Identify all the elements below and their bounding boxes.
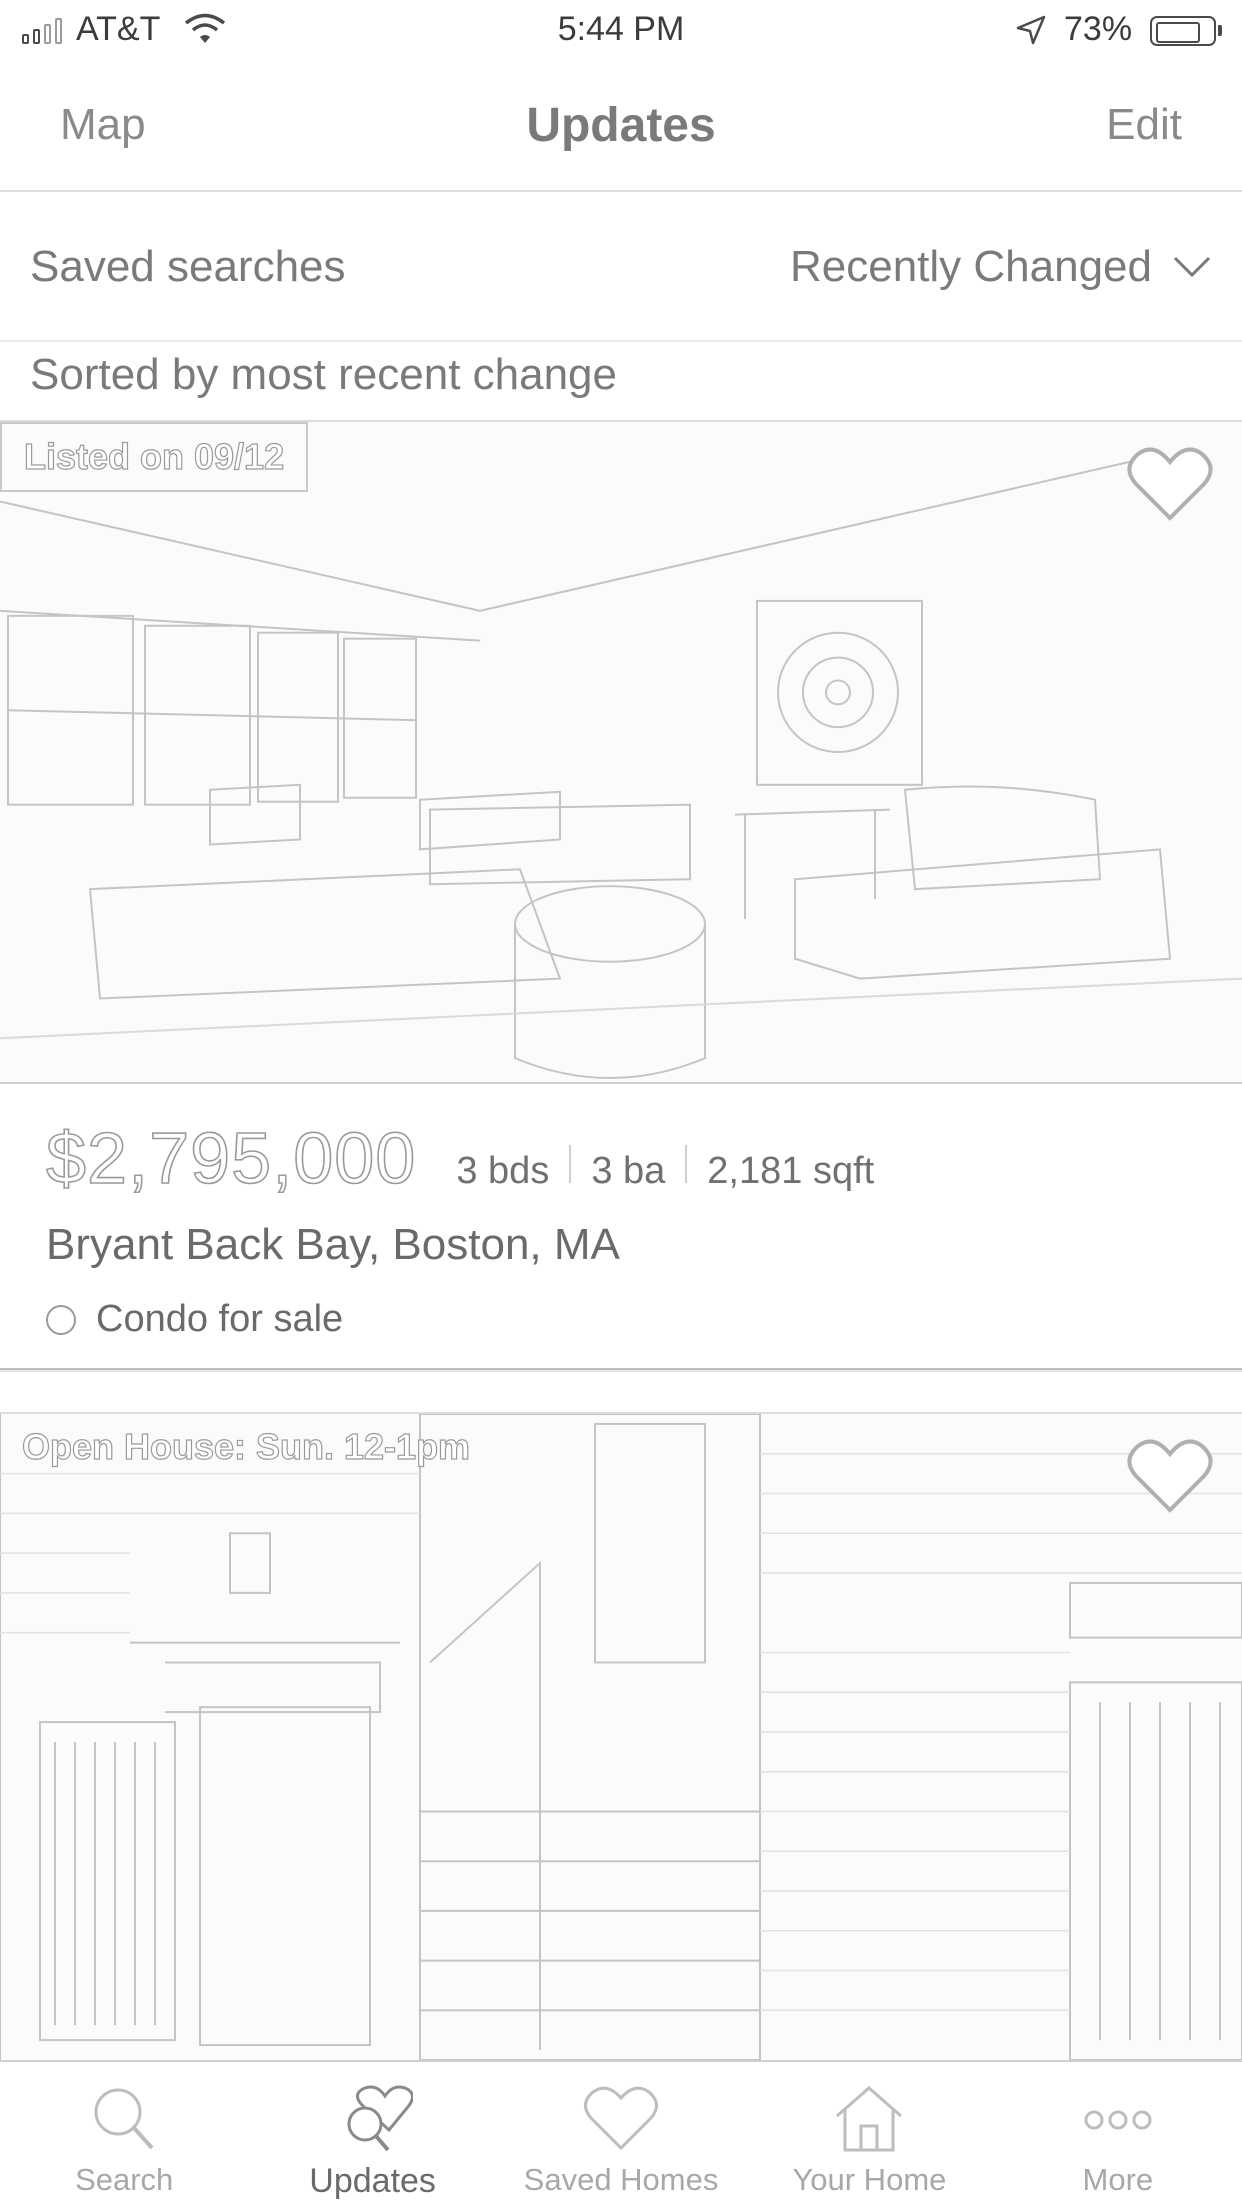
- card-divider: [0, 1368, 1242, 1372]
- listing-photo[interactable]: Open House: Sun. 12-1pm: [0, 1412, 1242, 2062]
- sort-dropdown[interactable]: Recently Changed: [790, 242, 1212, 292]
- saved-searches-button[interactable]: Saved searches: [30, 242, 346, 292]
- listing-price: $2,795,000: [45, 1118, 417, 1200]
- status-dot-icon: [46, 1304, 76, 1335]
- page-title: Updates: [526, 99, 716, 152]
- tab-label: Your Home: [792, 2162, 947, 2197]
- tab-saved-homes[interactable]: Saved Homes: [497, 2062, 745, 2208]
- tab-updates[interactable]: Updates: [248, 2062, 496, 2208]
- tab-label: Search: [75, 2162, 174, 2197]
- battery-percent: 73%: [1064, 10, 1133, 48]
- heart-icon: [584, 2086, 659, 2151]
- listing-status: Condo for sale: [46, 1298, 343, 1341]
- listing-badge: Open House: Sun. 12-1pm: [21, 1425, 471, 1467]
- heart-icon[interactable]: [1126, 1436, 1214, 1516]
- tab-more[interactable]: More: [994, 2062, 1242, 2208]
- clock: 5:44 PM: [557, 10, 685, 48]
- house-icon: [836, 2086, 903, 2152]
- tab-your-home[interactable]: Your Home: [745, 2062, 993, 2208]
- tab-label: Saved Homes: [523, 2162, 719, 2197]
- listing-address: Bryant Back Bay, Boston, MA: [46, 1220, 620, 1269]
- edit-button[interactable]: Edit: [1106, 100, 1182, 150]
- tab-search[interactable]: Search: [0, 2062, 248, 2208]
- battery-icon: [1150, 16, 1222, 46]
- heart-icon[interactable]: [1126, 444, 1214, 524]
- filter-row: Saved searches Recently Changed: [0, 192, 1242, 342]
- listing-baths: 3 ba: [591, 1150, 666, 1192]
- brick-entrance-photo: [0, 1414, 1242, 2060]
- chevron-down-icon: [1173, 256, 1211, 278]
- more-icon: [1084, 2110, 1152, 2130]
- listing-badge: Listed on 09/12: [0, 422, 309, 492]
- updates-icon: [347, 2085, 413, 2152]
- sort-caption: Sorted by most recent change: [30, 350, 617, 399]
- living-room-photo: [0, 460, 1242, 1079]
- status-bar: AT&T 5:44 PM 73%: [0, 0, 1242, 62]
- tab-label: Updates: [309, 2162, 436, 2200]
- navigation-bar: Map Updates Edit: [0, 62, 1242, 192]
- location-arrow-icon: [1016, 15, 1046, 45]
- listing-info[interactable]: $2,795,000 3 bds 3 ba 2,181 sqft Bryant …: [0, 1084, 1242, 1368]
- tab-label: More: [1082, 2162, 1154, 2197]
- listing-status-label: Condo for sale: [96, 1298, 344, 1340]
- listing-beds: 3 bds: [456, 1150, 550, 1192]
- fact-divider: [685, 1145, 688, 1183]
- listing-sqft: 2,181 sqft: [707, 1150, 875, 1192]
- sort-dropdown-label: Recently Changed: [789, 242, 1152, 291]
- search-icon: [94, 2088, 154, 2150]
- tab-bar: Search Updates Saved Homes Your Home Mor…: [0, 2060, 1242, 2208]
- listing-photo[interactable]: Listed on 09/12: [0, 420, 1242, 1084]
- listing-facts: 3 bds 3 ba 2,181 sqft: [456, 1145, 874, 1193]
- fact-divider: [569, 1145, 572, 1183]
